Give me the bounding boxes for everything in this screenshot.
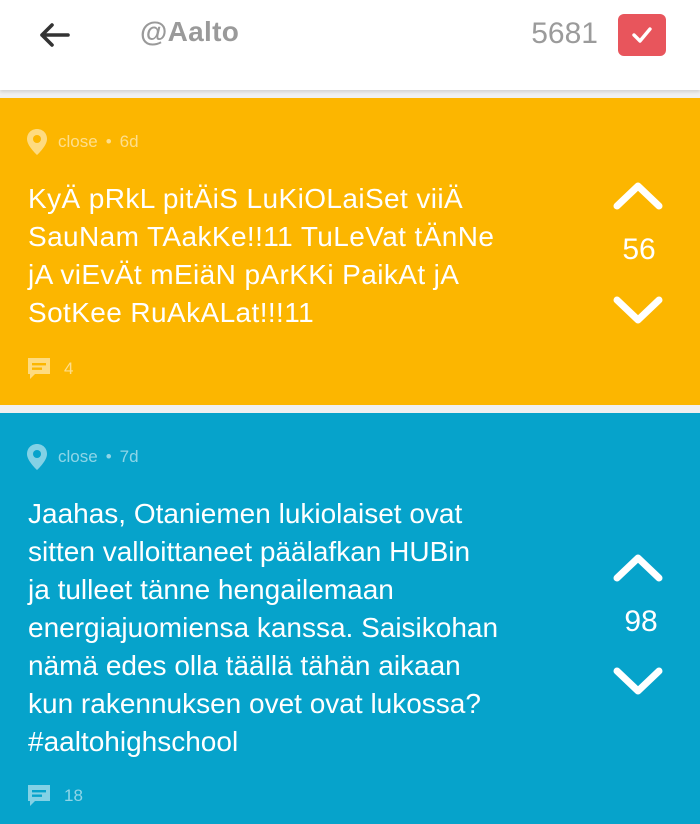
- karma-count: 5681: [531, 17, 598, 50]
- post-text: Jaahas, Otaniemen lukiolaiset ovat sitte…: [28, 498, 499, 757]
- post-meta: close • 7d: [26, 443, 139, 471]
- post-age: 6d: [119, 132, 139, 151]
- comments-button[interactable]: 4: [26, 356, 73, 382]
- back-button[interactable]: [36, 18, 76, 52]
- divider: [0, 90, 700, 98]
- speech-bubble-icon: [28, 358, 50, 379]
- post-card[interactable]: close • 6d KyÄ pRkL pitÄiS LuKiOLaiSet v…: [0, 98, 700, 405]
- upvote-button[interactable]: [612, 550, 664, 589]
- post-location: close: [58, 132, 98, 151]
- divider: [0, 405, 700, 413]
- vote-count: 56: [622, 233, 656, 266]
- check-icon: [632, 27, 652, 43]
- meta-separator: •: [105, 447, 112, 466]
- comment-count: 4: [64, 359, 74, 378]
- post-location: close: [58, 447, 98, 466]
- post-text: KyÄ pRkL pitÄiS LuKiOLaiSet viiÄ SauNam …: [28, 183, 495, 328]
- location-pin-icon: [27, 444, 47, 470]
- vote-count: 98: [624, 605, 658, 638]
- post-card[interactable]: close • 7d Jaahas, Otaniemen lukiolaiset…: [0, 413, 700, 824]
- channel-title: @Aalto: [140, 16, 240, 47]
- chevron-up-icon: [613, 554, 663, 582]
- comments-button[interactable]: 18: [26, 783, 83, 809]
- location-pin-icon: [27, 129, 47, 155]
- upvote-button[interactable]: [612, 178, 664, 217]
- post-meta: close • 6d: [26, 128, 139, 156]
- karma-button[interactable]: [618, 14, 666, 56]
- speech-bubble-icon: [28, 785, 50, 806]
- chevron-down-icon: [613, 296, 663, 324]
- top-bar: @Aalto 5681: [0, 0, 700, 90]
- post-age: 7d: [119, 447, 139, 466]
- arrow-left-icon: [40, 23, 70, 47]
- meta-separator: •: [105, 132, 112, 151]
- chevron-down-icon: [613, 667, 663, 695]
- comment-count: 18: [64, 786, 83, 805]
- downvote-button[interactable]: [612, 665, 664, 704]
- downvote-button[interactable]: [612, 294, 664, 333]
- chevron-up-icon: [613, 182, 663, 210]
